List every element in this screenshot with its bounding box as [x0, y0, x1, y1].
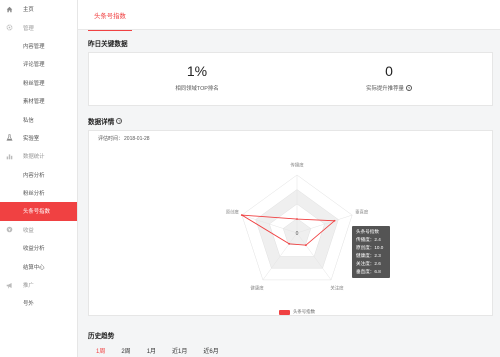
tab-bar: 头条号指数 [78, 0, 500, 31]
radar-center-label: 0 [296, 231, 299, 237]
sidebar-item-label: 粉丝管理 [23, 80, 45, 87]
sidebar-item[interactable]: 实验室 [0, 129, 77, 147]
radar-tooltip: 头条号指数传播度：2.4 原创度：10.0 健康度：2.3 关注度：2.6 垂直度：6.… [352, 226, 390, 278]
sidebar-item-label: 管理 [23, 25, 34, 32]
flask-icon [6, 134, 13, 142]
history-range-tab[interactable]: 近1月 [172, 346, 187, 355]
legend-label: 头条号指数 [293, 309, 315, 314]
sidebar-item[interactable]: 私信 [0, 110, 77, 128]
radar-axis-label: 垂直度 [355, 208, 369, 215]
sidebar-item-label: 粉丝分析 [23, 191, 45, 198]
sidebar-item-label: 数据统计 [23, 154, 45, 161]
megaphone-icon [6, 282, 13, 289]
sidebar-item-label: 内容管理 [23, 43, 45, 50]
history-section-title: 历史趋势 [88, 330, 114, 340]
radar-point[interactable] [240, 214, 243, 216]
kpi-top-rank: 1% 相同领域TOP排名 [107, 63, 287, 92]
history-range-tab[interactable]: 1月 [147, 346, 156, 355]
eval-time: 评估时间：2018-01-28 [97, 135, 150, 142]
tab-toutiao-index[interactable]: 头条号指数 [88, 0, 132, 31]
radar-chart: 传播度垂直度关注度 健康度 原创度 0 [226, 162, 369, 292]
kpi-value: 0 [385, 63, 393, 79]
sidebar-item[interactable]: 头条号指数 [0, 202, 77, 221]
sidebar-item[interactable]: 粉丝管理 [0, 74, 77, 92]
detail-panel: 传播度 垂直度 关注度 健康度 原创度 0 评估时间：2018-01-28 头条号指数 传播… [88, 130, 493, 316]
eval-date: 2018-01-28 [124, 136, 150, 142]
sidebar-item[interactable]: 内容管理 [0, 37, 77, 55]
history-range-tab[interactable]: 近6月 [203, 346, 218, 355]
radar-legend[interactable]: 头条号指数 [279, 309, 315, 315]
sidebar-item-label: 主页 [23, 7, 34, 14]
tooltip-line: 关注度：2.6 [356, 261, 381, 266]
yesterday-section-title: 昨日关键数据 [88, 38, 128, 48]
eval-label: 评估时间： [98, 136, 124, 142]
sidebar-item-label: 私信 [23, 117, 34, 124]
sidebar-item[interactable]: 管理 [0, 18, 77, 36]
kpi-panel: 1% 相同领域TOP排名 0 实际提升推荐量 ? [88, 52, 493, 106]
tooltip-line: 原创度：10.0 [356, 245, 384, 250]
yesterday-title: 昨日关键数据 [88, 41, 128, 48]
kpi-label: 实际提升推荐量 [366, 86, 404, 92]
kpi-label: 相同领域TOP排名 [175, 86, 219, 92]
history-range-tab[interactable]: 1周 [96, 346, 105, 355]
radar-point[interactable] [304, 244, 307, 247]
tooltip-title: 头条号指数 [356, 229, 379, 234]
gear-icon [6, 24, 13, 31]
sidebar-item[interactable]: 号外 [0, 294, 77, 312]
radar-axis-label: 关注度 [330, 285, 344, 292]
sidebar-item[interactable]: 数据统计 [0, 147, 77, 165]
radar-point[interactable] [333, 219, 336, 222]
history-range-tabs: 1周 2周 1月 近1月 近6月 [96, 346, 235, 355]
sidebar-item-label: 实验室 [23, 135, 40, 142]
sidebar-item-label: 内容分析 [23, 172, 45, 179]
tooltip-line: 传播度：2.4 [356, 237, 381, 242]
history-title: 历史趋势 [88, 333, 115, 340]
sidebar-item[interactable]: 粉丝分析 [0, 184, 77, 202]
sidebar-item-label: 收益分析 [23, 246, 45, 253]
radar-point[interactable] [296, 218, 298, 220]
main-content: 头条号指数 昨日关键数据 1% 相同领域TOP排名 0 实际提升推荐量 ? 数据… [78, 0, 500, 357]
radar-axis-label: 传播度 [290, 162, 304, 169]
history-range-tab[interactable]: 2周 [121, 346, 130, 355]
sidebar-item-label: 评论管理 [23, 62, 45, 69]
sidebar-item[interactable]: 结算中心 [0, 257, 77, 275]
sidebar-item[interactable]: 主页 [0, 0, 77, 18]
home-icon [6, 6, 13, 13]
sidebar-item[interactable]: 收益 [0, 221, 77, 239]
sidebar-item[interactable]: 评论管理 [0, 55, 77, 73]
kpi-value: 1% [186, 63, 208, 79]
sidebar-item[interactable]: 收益分析 [0, 239, 77, 257]
sidebar-item-label: 号外 [23, 301, 34, 308]
kpi-recommend-boost: 0 实际提升推荐量 ? [299, 63, 479, 92]
sidebar-item[interactable]: 推广 [0, 276, 77, 294]
sidebar-item-label: 素材管理 [23, 99, 45, 106]
sidebar-item[interactable]: 素材管理 [0, 92, 77, 110]
bar-chart-icon [6, 153, 13, 160]
sidebar-item-label: 头条号指数 [23, 209, 50, 216]
coin-icon [6, 226, 13, 233]
tooltip-line: 垂直度：6.8 [356, 269, 381, 274]
radar-axis-label: 原创度 [226, 208, 240, 215]
sidebar-item-label: 结算中心 [23, 264, 45, 271]
detail-section-title: 数据详情 ? [88, 116, 123, 126]
sidebar-item-label: 推广 [23, 283, 34, 290]
detail-title: 数据详情 [88, 119, 115, 126]
sidebar-item[interactable]: 内容分析 [0, 166, 77, 184]
sidebar: 主页管理内容管理评论管理粉丝管理素材管理私信实验室数据统计内容分析粉丝分析头条号… [0, 0, 78, 357]
sidebar-item-label: 收益 [23, 227, 34, 234]
help-icon[interactable]: ? [405, 85, 412, 91]
legend-swatch [279, 309, 290, 315]
help-icon[interactable]: ? [116, 118, 123, 124]
radar-point[interactable] [288, 242, 291, 245]
radar-axis-label: 健康度 [250, 285, 264, 292]
tooltip-line: 健康度：2.3 [356, 253, 381, 258]
